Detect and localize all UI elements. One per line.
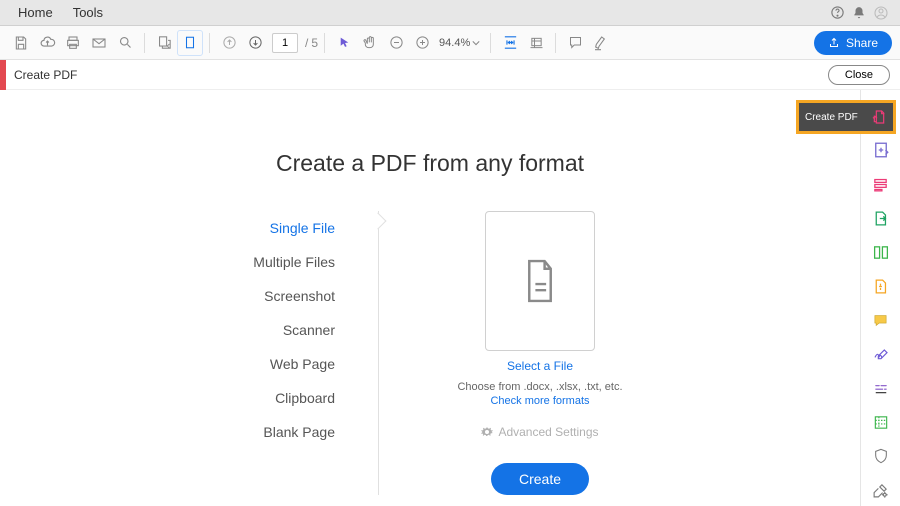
more-tools-icon[interactable] [871,480,891,500]
compress-tool-icon[interactable] [871,276,891,296]
read-mode-icon[interactable] [523,30,549,56]
comment-icon[interactable] [562,30,588,56]
save-icon[interactable] [8,30,34,56]
gear-icon [481,426,493,438]
print-icon[interactable] [60,30,86,56]
page-separator: / [305,36,308,50]
option-single-file[interactable]: Single File [205,211,335,245]
advanced-settings[interactable]: Advanced Settings [481,425,598,439]
context-bar: Create PDF Close [0,60,900,90]
option-multiple-files[interactable]: Multiple Files [205,245,335,279]
help-icon[interactable] [826,5,848,20]
create-button[interactable]: Create [491,463,589,495]
file-area: Select a File Choose from .docx, .xlsx, … [425,211,655,495]
export-pdf-tool-icon[interactable] [871,140,891,160]
search-icon[interactable] [112,30,138,56]
advanced-settings-label: Advanced Settings [498,425,598,439]
option-clipboard[interactable]: Clipboard [205,381,335,415]
page-nav-icon[interactable] [151,30,177,56]
share-button[interactable]: Share [814,31,892,55]
share-icon [828,37,840,49]
zoom-out-icon[interactable] [383,30,409,56]
fit-width-icon[interactable] [497,30,523,56]
share-label: Share [846,36,878,50]
prepare-form-tool-icon[interactable] [871,412,891,432]
edit-pdf-tool-icon[interactable] [871,174,891,194]
options-divider [375,211,385,495]
main-area: Create PDF Create a PDF from any format … [0,90,900,506]
organize-tool-icon[interactable] [871,242,891,262]
callout-label: Create PDF [805,112,858,123]
close-button[interactable]: Close [828,65,890,85]
context-title: Create PDF [6,68,77,82]
select-file-link[interactable]: Select a File [507,359,573,373]
account-icon[interactable] [870,5,892,21]
file-icon [521,258,559,304]
side-tools-panel [860,90,900,506]
file-dropzone[interactable] [485,211,595,351]
page-up-icon[interactable] [216,30,242,56]
page-down-icon[interactable] [242,30,268,56]
redact-tool-icon[interactable] [871,378,891,398]
menu-tools[interactable]: Tools [63,1,113,24]
option-scanner[interactable]: Scanner [205,313,335,347]
sign-tool-icon[interactable] [871,344,891,364]
email-icon[interactable] [86,30,112,56]
create-pdf-tool-icon [871,109,887,125]
source-options: Single File Multiple Files Screenshot Sc… [205,211,335,495]
menubar: Home Tools [0,0,900,26]
page-heading: Create a PDF from any format [276,150,584,177]
create-pdf-callout[interactable]: Create PDF [796,100,896,134]
toolbar: / 5 94.4% Share [0,26,900,60]
option-blank-page[interactable]: Blank Page [205,415,335,449]
comment-tool-icon[interactable] [871,310,891,330]
check-more-formats-link[interactable]: Check more formats [490,395,589,407]
content: Create a PDF from any format Single File… [0,90,860,506]
hand-tool-icon[interactable] [357,30,383,56]
highlight-icon[interactable] [588,30,614,56]
zoom-level-dropdown[interactable]: 94.4% [439,37,480,49]
zoom-in-icon[interactable] [409,30,435,56]
option-screenshot[interactable]: Screenshot [205,279,335,313]
protect-tool-icon[interactable] [871,446,891,466]
choose-hint: Choose from .docx, .xlsx, .txt, etc. [457,381,622,393]
export-tool-icon[interactable] [871,208,891,228]
menu-home[interactable]: Home [8,1,63,24]
cloud-upload-icon[interactable] [34,30,60,56]
page-display-icon[interactable] [177,30,203,56]
select-tool-icon[interactable] [331,30,357,56]
bell-icon[interactable] [848,6,870,20]
option-web-page[interactable]: Web Page [205,347,335,381]
page-number-input[interactable] [272,33,298,53]
page-total: 5 [311,36,318,50]
